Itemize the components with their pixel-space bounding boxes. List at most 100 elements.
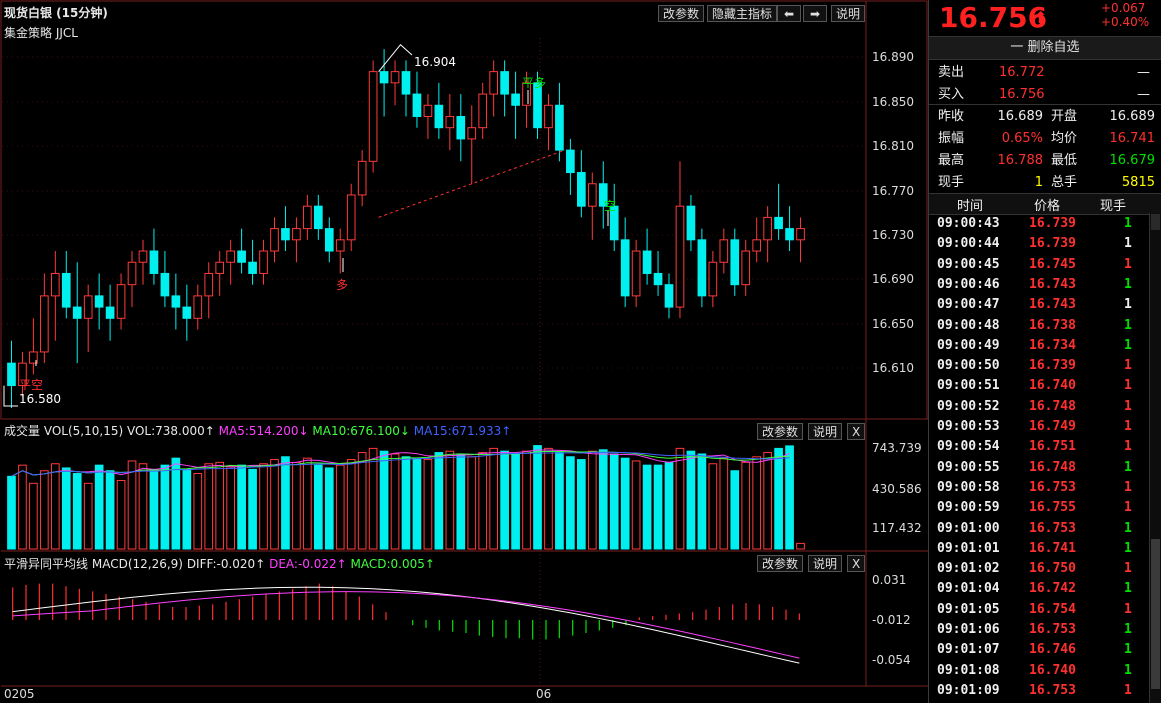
- tick-row[interactable]: 09:00:55 16.748 1: [929, 457, 1154, 478]
- tick-time: 09:00:55: [937, 459, 1000, 475]
- help-button[interactable]: 说明: [831, 5, 866, 22]
- volume-bar: [226, 466, 235, 550]
- volume-bar: [642, 464, 652, 550]
- volume-bar: [609, 453, 619, 550]
- volume-bar: [478, 452, 488, 550]
- tick-row[interactable]: 09:00:51 16.740 1: [929, 375, 1154, 396]
- volume-bar: [182, 468, 192, 550]
- tick-row[interactable]: 09:01:01 16.741 1: [929, 538, 1154, 559]
- tick-row[interactable]: 09:01:06 16.753 1: [929, 619, 1154, 640]
- volume-bar: [664, 461, 674, 550]
- tick-row[interactable]: 09:00:43 16.739 1: [929, 213, 1154, 234]
- candle-body: [193, 295, 203, 319]
- stat-value: 16.741: [1109, 131, 1156, 146]
- bid-row: 买入 16.756 —: [929, 84, 1161, 106]
- tick-row[interactable]: 09:01:05 16.754 1: [929, 599, 1154, 620]
- tick-row[interactable]: 09:00:58 16.753 1: [929, 477, 1154, 498]
- tick-row[interactable]: 09:00:47 16.743 1: [929, 294, 1154, 315]
- tick-time: 09:00:44: [937, 236, 1000, 252]
- scroll-up-icon[interactable]: [1151, 214, 1160, 230]
- volume-bar: [620, 457, 630, 550]
- volume-bar: [774, 447, 783, 550]
- volume-bar: [423, 459, 433, 550]
- scrollbar-thumb[interactable]: [1151, 539, 1160, 689]
- tick-row[interactable]: 09:00:54 16.751 1: [929, 436, 1154, 457]
- tick-row[interactable]: 09:00:46 16.743 1: [929, 274, 1154, 295]
- tick-row[interactable]: 09:01:02 16.750 1: [929, 558, 1154, 579]
- volume-bar: [368, 447, 378, 550]
- bid-label: 买入: [938, 87, 965, 102]
- tick-price: 16.753: [1029, 479, 1076, 495]
- remove-watchlist-button[interactable]: 一 删除自选: [929, 36, 1161, 60]
- arrow-left-icon[interactable]: ⬅: [777, 5, 801, 22]
- stat-value: 16.679: [1109, 153, 1156, 168]
- candle-body: [94, 295, 104, 308]
- tick-qty: 1: [1124, 682, 1132, 698]
- tick-row[interactable]: 09:00:52 16.748 1: [929, 396, 1154, 417]
- tick-row[interactable]: 09:00:48 16.738 1: [929, 315, 1154, 336]
- volume-bar: [456, 453, 466, 550]
- volume-ma15: MA15:671.933↑: [413, 424, 512, 438]
- tick-row[interactable]: 09:01:09 16.753 1: [929, 680, 1154, 701]
- macd-help-button[interactable]: 说明: [808, 555, 843, 572]
- volume-help-button[interactable]: 说明: [808, 423, 843, 440]
- tick-time: 09:00:53: [937, 419, 1000, 434]
- candle-body: [61, 272, 71, 308]
- volume-params: VOL(5,10,15): [43, 424, 124, 438]
- tick-row[interactable]: 09:00:50 16.739 1: [929, 355, 1154, 376]
- candle-body: [686, 205, 696, 241]
- kline-svg[interactable]: [0, 0, 928, 703]
- tick-row[interactable]: 09:01:08 16.740 1: [929, 660, 1154, 681]
- tick-row[interactable]: 09:00:53 16.749 1: [929, 416, 1154, 437]
- candlestick-series: [7, 49, 805, 408]
- candle-body: [303, 205, 312, 230]
- volume-bar: [763, 452, 772, 550]
- tick-time: 09:00:50: [937, 358, 1000, 374]
- volume-bar: [467, 456, 477, 550]
- macd-close-icon[interactable]: X: [847, 555, 865, 572]
- volume-legend: 成交量 VOL(5,10,15) VOL:738.000↑ MA5:514.20…: [4, 422, 511, 439]
- volume-bar: [719, 457, 729, 550]
- tick-scrollbar[interactable]: [1149, 213, 1161, 703]
- volume-bar: [785, 445, 794, 550]
- arrow-right-icon[interactable]: ➡: [803, 5, 827, 22]
- chart-area[interactable]: 现货白银 (15分钟) 集金策略 JJCL 改参数 隐藏主指标 ⬅ ➡ 说明 1…: [0, 0, 928, 703]
- change-params-button[interactable]: 改参数: [658, 5, 705, 22]
- volume-bar: [500, 450, 509, 550]
- ask-label: 卖出: [938, 65, 965, 80]
- tick-qty: 1: [1124, 236, 1132, 252]
- signal-close-long: 平多: [522, 76, 547, 90]
- candle-body: [259, 250, 268, 274]
- candle-body: [138, 250, 148, 263]
- tick-row[interactable]: 09:00:49 16.734 1: [929, 335, 1154, 356]
- candle-body: [83, 295, 93, 319]
- stats-row: 昨收 16.689 开盘 16.689: [929, 106, 1161, 128]
- volume-bar: [697, 453, 707, 550]
- volume-close-icon[interactable]: X: [847, 423, 865, 440]
- tick-time: 09:00:52: [937, 398, 1000, 414]
- tick-qty: 1: [1124, 216, 1132, 231]
- volume-bar: [566, 456, 575, 550]
- macd-change-params-button[interactable]: 改参数: [757, 555, 804, 572]
- candle-body: [127, 261, 137, 286]
- tick-qty: 1: [1124, 276, 1132, 292]
- volume-bar: [598, 449, 608, 550]
- volume-bar: [730, 470, 740, 550]
- tick-row[interactable]: 09:00:59 16.755 1: [929, 497, 1154, 518]
- last-price: 16.756: [939, 1, 1048, 34]
- volume-bar: [105, 470, 115, 550]
- volume-bar: [675, 447, 685, 550]
- macd-dea-line: [12, 591, 800, 659]
- volume-bar: [796, 542, 805, 550]
- tick-row[interactable]: 09:01:04 16.742 1: [929, 578, 1154, 599]
- tick-row[interactable]: 09:01:00 16.753 1: [929, 518, 1154, 539]
- stat-value: 5815: [1121, 175, 1155, 190]
- candle-body: [237, 250, 246, 263]
- tick-row[interactable]: 09:01:07 16.746 1: [929, 639, 1154, 660]
- candle-body: [116, 284, 126, 319]
- candle-body: [620, 239, 630, 297]
- volume-change-params-button[interactable]: 改参数: [757, 423, 804, 440]
- hide-main-indicator-button[interactable]: 隐藏主指标: [707, 5, 778, 22]
- tick-row[interactable]: 09:00:45 16.745 1: [929, 254, 1154, 275]
- tick-row[interactable]: 09:00:44 16.739 1: [929, 233, 1154, 254]
